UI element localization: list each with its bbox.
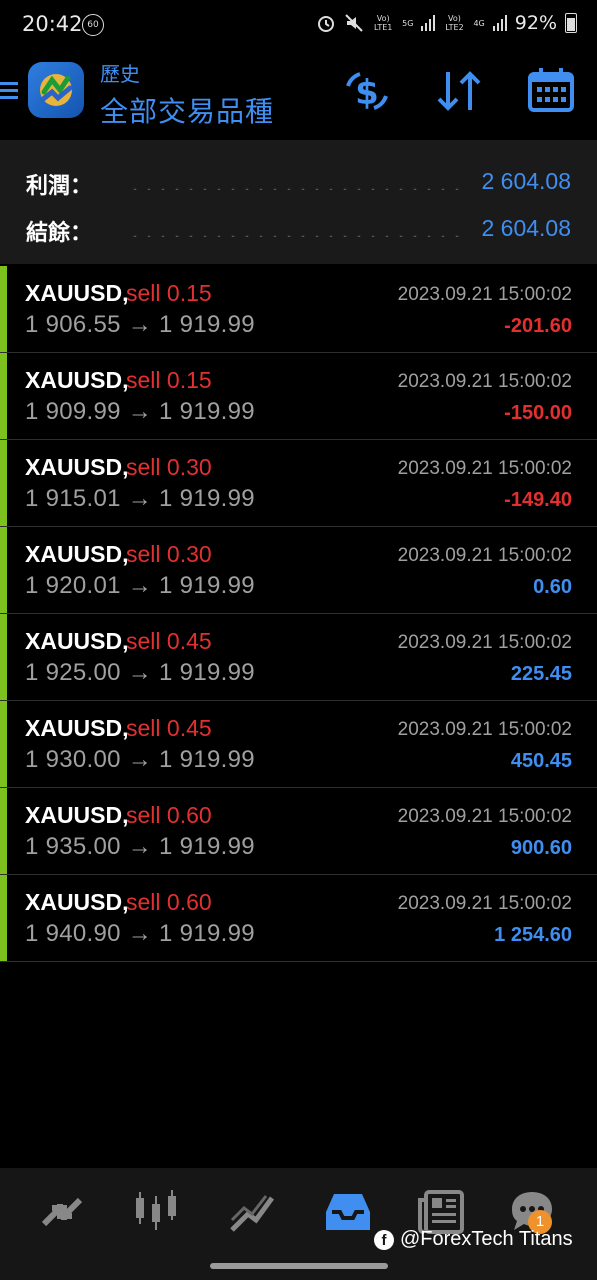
deal-symbol: XAUUSD, (25, 454, 129, 480)
deal-time: 2023.09.21 15:00:02 (397, 284, 572, 305)
deal-side-volume: sell 0.30 (126, 541, 212, 567)
deal-side-volume: sell 0.15 (126, 367, 212, 393)
deal-prices: 1 909.99 → 1 919.99 (25, 398, 255, 425)
deal-prices: 1 915.01 → 1 919.99 (25, 485, 255, 512)
deal-time: 2023.09.21 15:00:02 (397, 458, 572, 479)
deal-prices: 1 920.01 → 1 919.99 (25, 572, 255, 599)
deal-symbol: XAUUSD, (25, 367, 129, 393)
page-title[interactable]: 全部交易品種 (100, 90, 274, 130)
deal-prices: 1 940.90 → 1 919.99 (25, 920, 255, 947)
battery-icon (565, 13, 577, 33)
watermark-text: @ForexTech Titans (400, 1228, 573, 1250)
deal-row[interactable]: XAUUSD, sell 0.15 1 909.99 → 1 919.99 2023.… (0, 353, 597, 440)
currency-exchange-icon[interactable]: $ (342, 66, 392, 116)
history-inbox-icon[interactable] (322, 1186, 374, 1238)
summary-panel: 利潤： 2 604.08 結餘： 2 604.08 (0, 140, 597, 264)
net1-label: 5G (402, 18, 414, 28)
profit-row: 利潤： 2 604.08 (0, 164, 597, 204)
deal-time: 2023.09.21 15:00:02 (397, 893, 572, 914)
profit-value: 2 604.08 (481, 168, 571, 194)
deal-row[interactable]: XAUUSD, sell 0.45 1 925.00 → 1 919.99 2023.… (0, 614, 597, 701)
deal-indicator-bar (0, 788, 7, 874)
menu-icon[interactable] (0, 78, 18, 106)
metatrader-logo-icon (28, 62, 84, 118)
balance-value: 2 604.08 (481, 215, 571, 241)
deal-row[interactable]: XAUUSD, sell 0.45 1 930.00 → 1 919.99 2023.… (0, 701, 597, 788)
chart-candles-icon[interactable] (130, 1186, 182, 1238)
deal-indicator-bar (0, 614, 7, 700)
status-time: 20:42 (22, 12, 83, 36)
dot-leader (128, 188, 467, 190)
deal-side-volume: sell 0.15 (126, 280, 212, 306)
deal-profit: -201.60 (504, 315, 572, 337)
deal-side-volume: sell 0.45 (126, 715, 212, 741)
data-saver-icon: 60 (82, 14, 104, 36)
deal-prices: 1 935.00 → 1 919.99 (25, 833, 255, 860)
deal-side-volume: sell 0.60 (126, 802, 212, 828)
deal-profit: -149.40 (504, 489, 572, 511)
status-icons: Vo) LTE1 5G Vo) LTE2 4G 92% (316, 12, 577, 34)
deal-time: 2023.09.21 15:00:02 (397, 806, 572, 827)
profit-label: 利潤： (26, 174, 93, 199)
signal2-icon (492, 15, 507, 31)
calendar-icon[interactable] (526, 66, 576, 116)
deal-indicator-bar (0, 701, 7, 787)
deal-row[interactable]: XAUUSD, sell 0.30 1 915.01 → 1 919.99 2023.… (0, 440, 597, 527)
deal-indicator-bar (0, 266, 7, 352)
deal-prices: 1 906.55 → 1 919.99 (25, 311, 255, 338)
deal-symbol: XAUUSD, (25, 802, 129, 828)
home-indicator[interactable] (210, 1263, 388, 1269)
deal-row[interactable]: XAUUSD, sell 0.15 1 906.55 → 1 919.99 2023.… (0, 266, 597, 353)
status-bar: 20:42 60 Vo) LTE1 5G Vo) LTE2 4G 92% (0, 0, 597, 52)
deal-time: 2023.09.21 15:00:02 (397, 545, 572, 566)
quotes-icon[interactable] (36, 1186, 88, 1238)
deal-time: 2023.09.21 15:00:02 (397, 719, 572, 740)
deals-list: XAUUSD, sell 0.15 1 906.55 → 1 919.99 2023.… (0, 266, 597, 962)
deal-profit: 225.45 (510, 663, 572, 685)
deal-time: 2023.09.21 15:00:02 (397, 371, 572, 392)
app-bar: 歷史 全部交易品種 $ (0, 52, 597, 140)
deal-profit: 450.45 (510, 750, 572, 772)
signal1-icon (421, 15, 436, 31)
mute-icon (345, 14, 363, 32)
balance-label: 結餘： (26, 221, 93, 246)
deal-side-volume: sell 0.60 (126, 889, 212, 915)
deal-symbol: XAUUSD, (25, 541, 129, 567)
deal-symbol: XAUUSD, (25, 889, 129, 915)
deal-indicator-bar (0, 440, 7, 526)
page-subtitle: 歷史 (100, 62, 140, 86)
battery-percent: 92% (514, 12, 557, 34)
alarm-icon (318, 16, 335, 32)
deal-symbol: XAUUSD, (25, 715, 129, 741)
deal-row[interactable]: XAUUSD, sell 0.30 1 920.01 → 1 919.99 2023.… (0, 527, 597, 614)
sort-icon[interactable] (434, 66, 484, 116)
deal-indicator-bar (0, 527, 7, 613)
deal-prices: 1 930.00 → 1 919.99 (25, 746, 255, 773)
deal-profit: -150.00 (504, 402, 572, 424)
deal-row[interactable]: XAUUSD, sell 0.60 1 940.90 → 1 919.99 2023.… (0, 875, 597, 962)
balance-row: 結餘： 2 604.08 (0, 211, 597, 251)
dot-leader (128, 235, 467, 237)
volte2-label: Vo) LTE2 (445, 14, 464, 32)
deal-row[interactable]: XAUUSD, sell 0.60 1 935.00 → 1 919.99 2023.… (0, 788, 597, 875)
deal-profit: 0.60 (533, 576, 572, 598)
watermark: f @ForexTech Titans (374, 1228, 573, 1251)
deal-side-volume: sell 0.45 (126, 628, 212, 654)
deal-indicator-bar (0, 353, 7, 439)
deal-time: 2023.09.21 15:00:02 (397, 632, 572, 653)
deal-profit: 900.60 (510, 837, 572, 859)
deal-symbol: XAUUSD, (25, 628, 129, 654)
deal-prices: 1 925.00 → 1 919.99 (25, 659, 255, 686)
facebook-icon: f (374, 1229, 394, 1250)
trade-icon[interactable] (226, 1186, 278, 1238)
volte1-label: Vo) LTE1 (373, 14, 393, 32)
net2-label: 4G (473, 18, 485, 28)
deal-indicator-bar (0, 875, 7, 961)
deal-symbol: XAUUSD, (25, 280, 129, 306)
deal-side-volume: sell 0.30 (126, 454, 212, 480)
deal-profit: 1 254.60 (494, 924, 572, 946)
